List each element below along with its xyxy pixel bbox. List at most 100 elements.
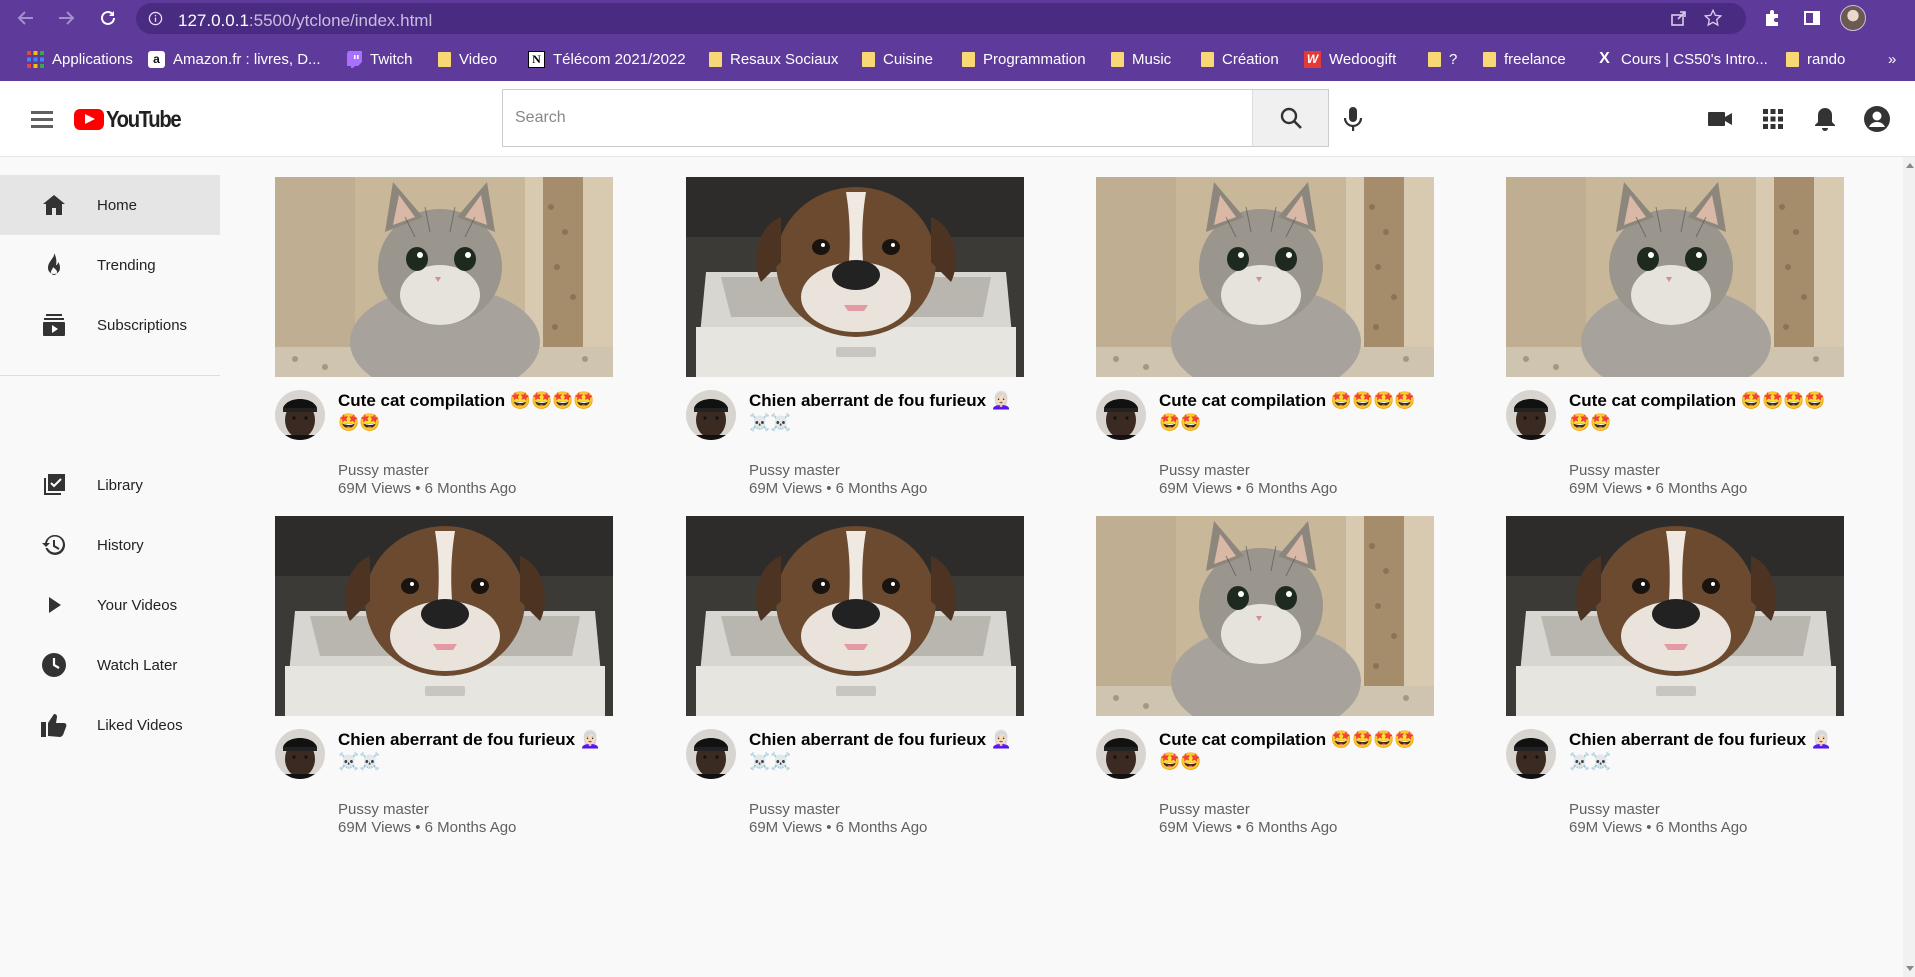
channel-name[interactable]: Pussy master [1569,462,1660,479]
video-card[interactable]: Chien aberrant de fou furieux 👩🏻‍🦳☠️☠️ Pu… [686,177,1024,497]
bookmark-item[interactable]: Cuisine [862,48,933,70]
bookmark-item[interactable]: rando [1786,48,1845,70]
video-card[interactable]: Cute cat compilation 🤩🤩🤩🤩🤩🤩 Pussy master 6… [1506,177,1844,497]
bookmark-item[interactable]: X Cours | CS50's Intro... [1596,48,1768,70]
video-meta: 69M Views • 6 Months Ago [1569,819,1748,836]
sidebar-item-label: History [97,536,144,554]
video-title[interactable]: Cute cat compilation 🤩🤩🤩🤩🤩🤩 [1159,390,1434,434]
account-icon[interactable] [1863,105,1891,133]
video-card[interactable]: Chien aberrant de fou furieux 👩🏻‍🦳☠️☠️ Pu… [275,516,613,836]
channel-avatar[interactable] [686,390,736,440]
channel-name[interactable]: Pussy master [749,462,840,479]
profile-avatar[interactable] [1840,5,1866,31]
apps-grid-icon[interactable] [1759,105,1787,133]
amazon-icon: a [148,50,165,68]
video-thumbnail-dog[interactable] [275,516,613,716]
video-card[interactable]: Cute cat compilation 🤩🤩🤩🤩🤩🤩 Pussy master 6… [275,177,613,497]
bookmark-item[interactable]: Twitch [347,48,413,70]
bookmark-item[interactable]: Music [1111,48,1171,70]
video-title[interactable]: Chien aberrant de fou furieux 👩🏻‍🦳☠️☠️ [749,390,1024,434]
scroll-down-arrow[interactable] [1906,966,1914,971]
folder-icon [962,51,975,67]
channel-name[interactable]: Pussy master [1569,801,1660,818]
youtube-logo[interactable]: YouTube [74,106,190,133]
video-card[interactable]: Chien aberrant de fou furieux 👩🏻‍🦳☠️☠️ Pu… [1506,516,1844,836]
search-icon [1280,107,1302,129]
sidebar-item-subscriptions[interactable]: Subscriptions [0,295,220,355]
reload-icon[interactable] [96,6,120,30]
sidebar-item-library[interactable]: Library [0,455,220,515]
video-meta: 69M Views • 6 Months Ago [1159,819,1338,836]
channel-avatar[interactable] [1096,729,1146,779]
bookmarks-overflow-button[interactable]: » [1888,48,1896,70]
bookmark-item[interactable]: Programmation [962,48,1086,70]
sidebar-item-your-videos[interactable]: Your Videos [0,575,220,635]
scrollbar[interactable] [1903,157,1915,977]
apps-grid-icon [27,50,44,68]
folder-icon [1483,51,1496,67]
microphone-icon[interactable] [1340,104,1366,134]
video-title[interactable]: Chien aberrant de fou furieux 👩🏻‍🦳☠️☠️ [1569,729,1844,773]
search-input[interactable] [503,90,1252,146]
channel-avatar[interactable] [1506,729,1556,779]
sidebar-item-watch-later[interactable]: Watch Later [0,635,220,695]
video-title[interactable]: Chien aberrant de fou furieux 👩🏻‍🦳☠️☠️ [338,729,613,773]
bookmark-item[interactable]: a Amazon.fr : livres, D... [148,48,321,70]
scroll-up-arrow[interactable] [1906,163,1914,168]
info-icon[interactable] [148,11,163,31]
sidebar-item-liked-videos[interactable]: Liked Videos [0,695,220,755]
video-thumbnail-dog[interactable] [686,516,1024,716]
extensions-icon[interactable] [1760,6,1784,30]
video-thumbnail-dog[interactable] [1506,516,1844,716]
channel-avatar[interactable] [1506,390,1556,440]
bookmark-item[interactable]: Resaux Sociaux [709,48,838,70]
video-thumbnail-cat[interactable] [1096,516,1434,716]
side-panel-icon[interactable] [1800,6,1824,30]
video-card[interactable]: Cute cat compilation 🤩🤩🤩🤩🤩🤩 Pussy master 6… [1096,516,1434,836]
sidebar-item-history[interactable]: History [0,515,220,575]
back-icon[interactable] [14,6,38,30]
video-thumbnail-cat[interactable] [1506,177,1844,377]
video-title[interactable]: Cute cat compilation 🤩🤩🤩🤩🤩🤩 [338,390,613,434]
bookmark-label: Programmation [983,50,1086,68]
channel-avatar[interactable] [275,729,325,779]
bookmark-item[interactable]: Applications [27,48,133,70]
menu-icon[interactable] [28,106,54,132]
bookmark-item[interactable]: Création [1201,48,1279,70]
channel-avatar[interactable] [686,729,736,779]
bookmark-label: ? [1449,50,1458,68]
video-title[interactable]: Cute cat compilation 🤩🤩🤩🤩🤩🤩 [1569,390,1844,434]
video-title[interactable]: Chien aberrant de fou furieux 👩🏻‍🦳☠️☠️ [749,729,1024,773]
channel-avatar[interactable] [275,390,325,440]
video-card[interactable]: Chien aberrant de fou furieux 👩🏻‍🦳☠️☠️ Pu… [686,516,1024,836]
bookmark-item[interactable]: ? [1428,48,1457,70]
video-card[interactable]: Cute cat compilation 🤩🤩🤩🤩🤩🤩 Pussy master 6… [1096,177,1434,497]
folder-icon [1428,51,1441,67]
video-thumbnail-dog[interactable] [686,177,1024,377]
bookmark-item[interactable]: freelance [1483,48,1566,70]
video-thumbnail-cat[interactable] [1096,177,1434,377]
video-meta: 69M Views • 6 Months Ago [749,819,928,836]
share-icon[interactable] [1670,9,1688,32]
bookmark-item[interactable]: W Wedoogift [1304,48,1396,70]
browser-chrome: 127.0.0.1:5500/ytclone/index.html Applic… [0,0,1915,81]
star-icon[interactable] [1703,8,1723,32]
bookmark-item[interactable]: N Télécom 2021/2022 [528,48,686,70]
channel-name[interactable]: Pussy master [338,462,429,479]
forward-icon[interactable] [54,6,78,30]
sidebar-item-trending[interactable]: Trending [0,235,220,295]
channel-name[interactable]: Pussy master [338,801,429,818]
channel-name[interactable]: Pussy master [1159,462,1250,479]
channel-avatar[interactable] [1096,390,1146,440]
address-bar[interactable]: 127.0.0.1:5500/ytclone/index.html [136,3,1746,34]
channel-name[interactable]: Pussy master [749,801,840,818]
create-video-icon[interactable] [1706,105,1734,133]
sidebar-item-home[interactable]: Home [0,175,220,235]
video-thumbnail-cat[interactable] [275,177,613,377]
video-title[interactable]: Cute cat compilation 🤩🤩🤩🤩🤩🤩 [1159,729,1434,773]
bookmark-label: Twitch [370,50,413,68]
channel-name[interactable]: Pussy master [1159,801,1250,818]
search-button[interactable] [1252,90,1328,146]
bookmark-item[interactable]: Video [438,48,497,70]
notifications-bell-icon[interactable] [1811,105,1839,133]
